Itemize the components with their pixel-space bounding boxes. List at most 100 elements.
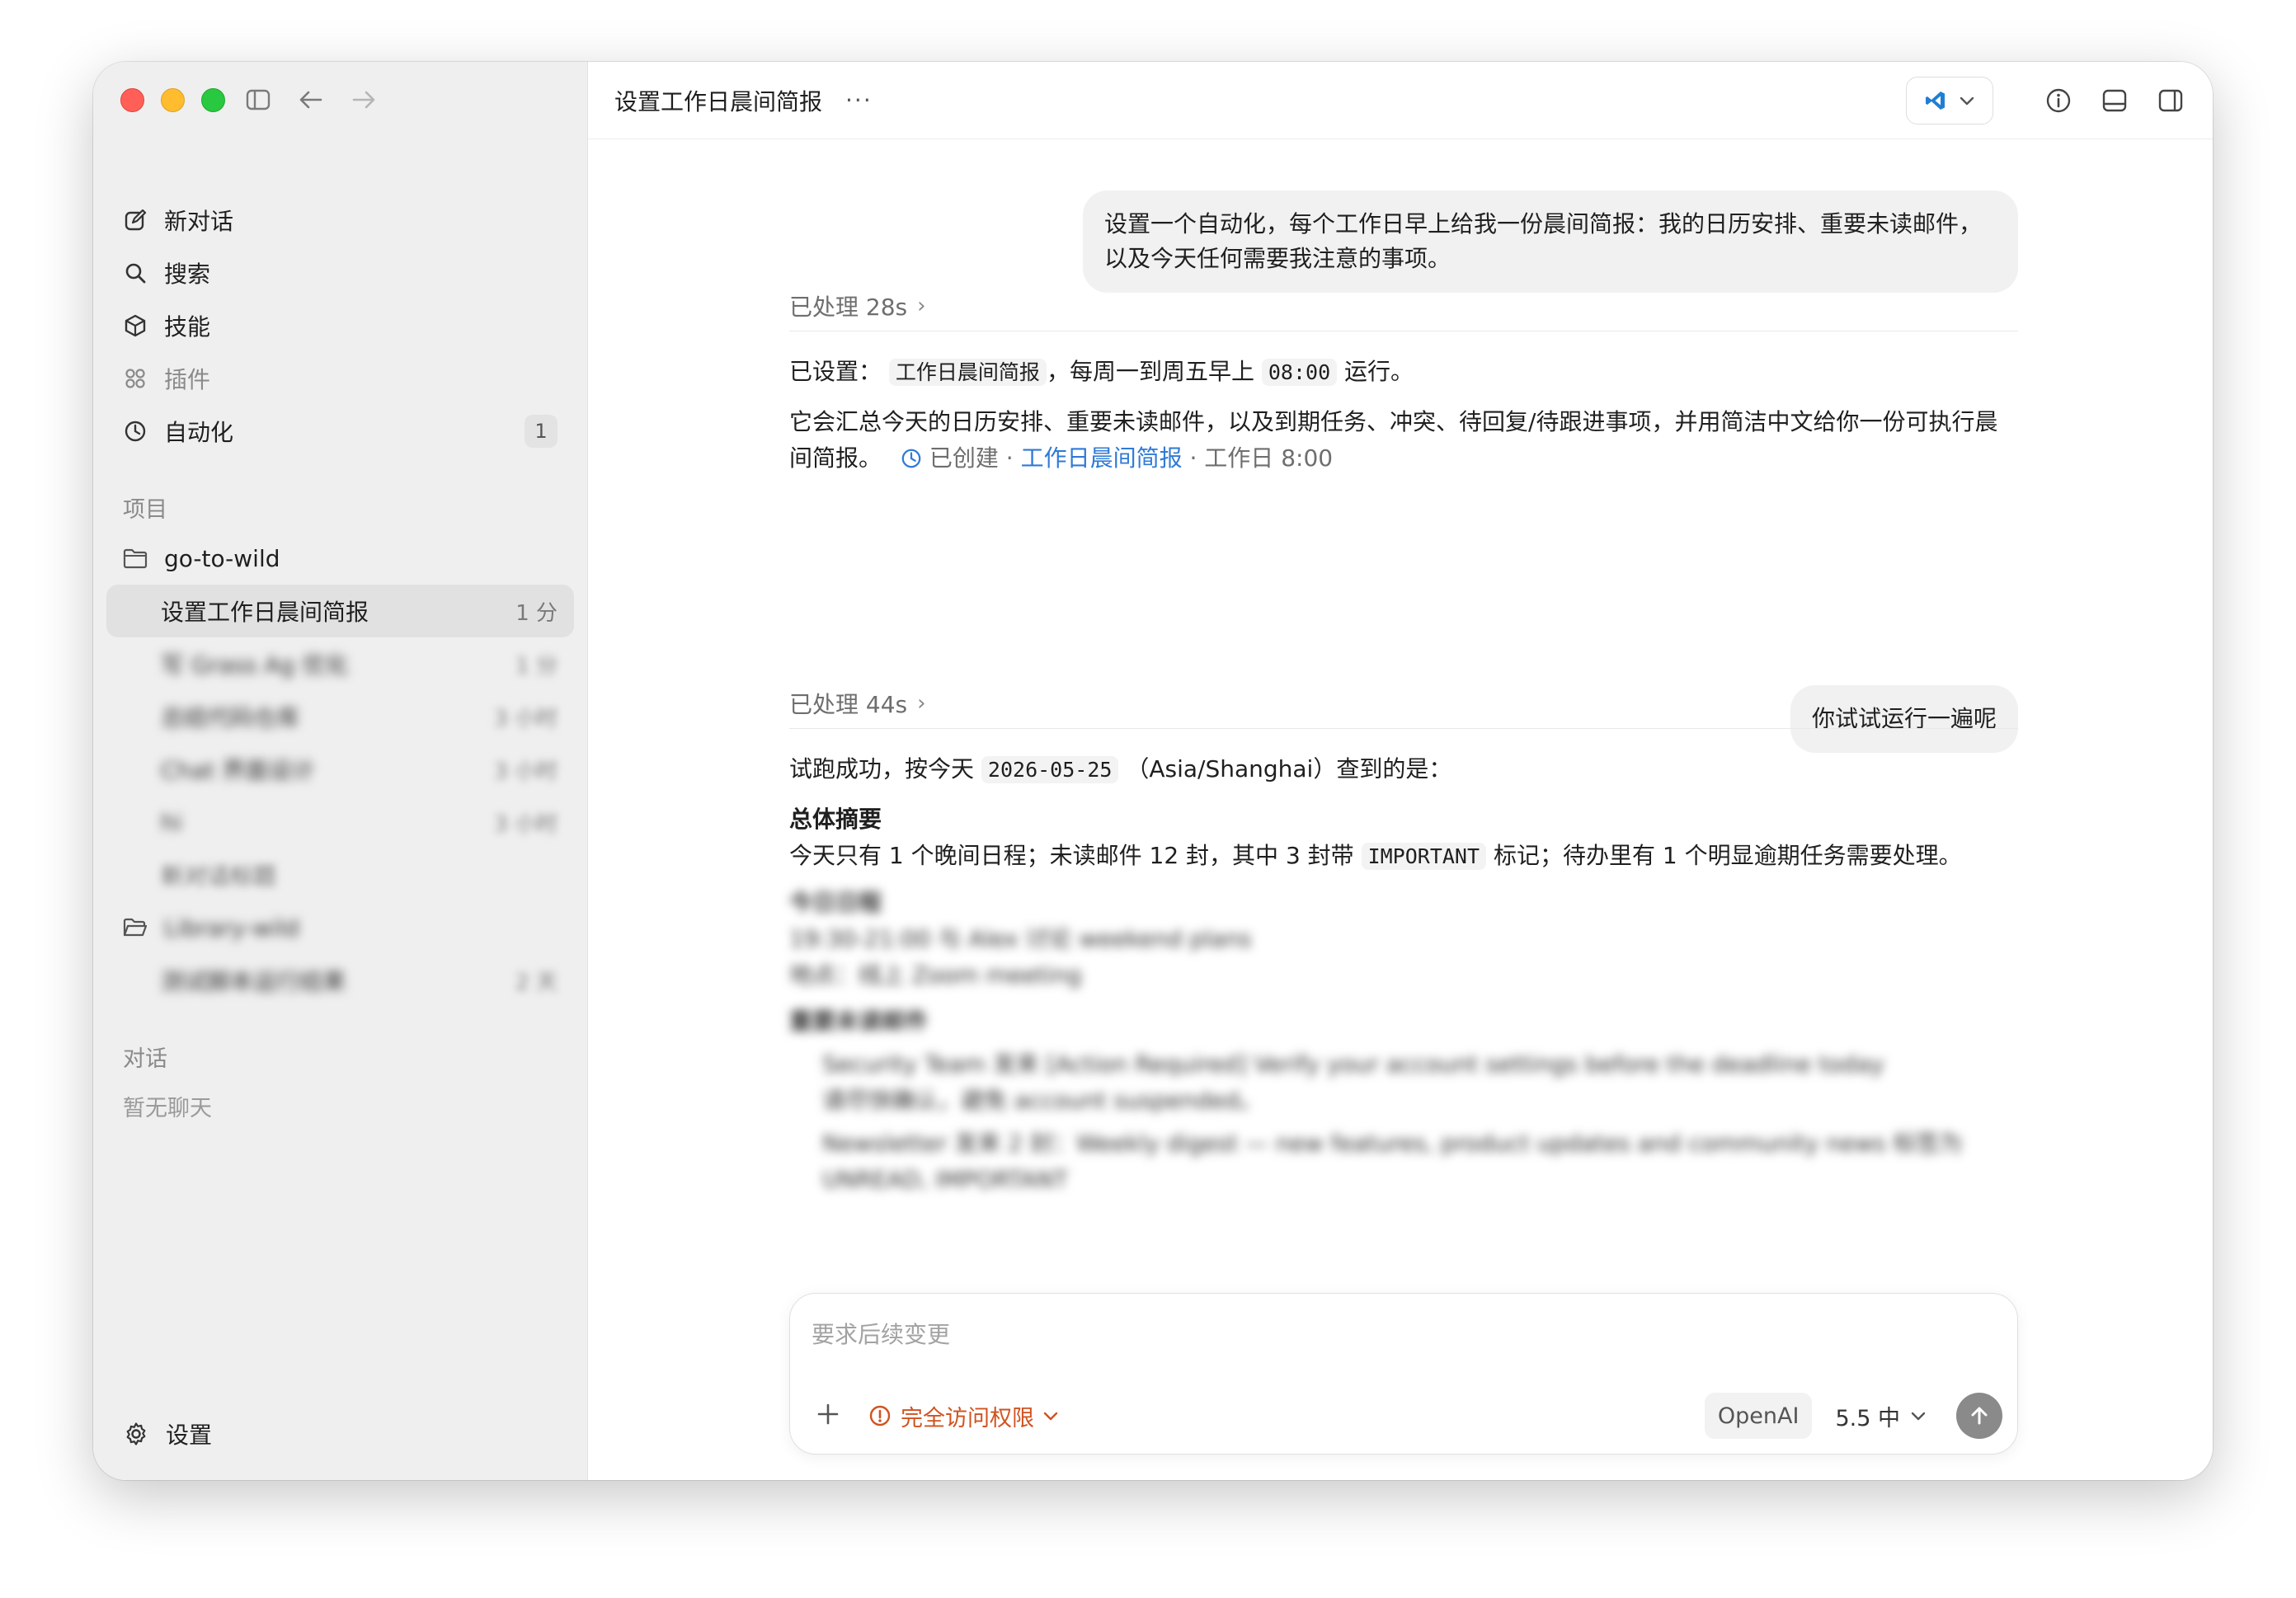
reply-text: 标记；待办里有 1 个明显逾期任务需要处理。 [1493,842,1962,869]
created-label: 已创建 [929,444,999,472]
gear-icon [123,1421,149,1447]
project-name: go-to-wild [164,544,280,572]
thread-title: Chat 界面设计 [161,757,315,784]
open-in-editor-button[interactable] [1906,76,1993,125]
blurred-line: 19:30-21:00 与 Alex 讨论 weekend plans [789,925,1252,952]
thread-title: 新对话标题 [161,862,277,890]
thread-title: 设置工作日晨间简报 [161,599,369,626]
model-selector[interactable]: 5.5 中 [1835,1400,1927,1432]
chats-empty-text: 暂无聊天 [123,1095,212,1121]
blurred-line: Newsletter 发来 2 封：Weekly digest — new fe… [822,1130,1963,1157]
plus-icon [817,1403,839,1425]
folder-open-icon [123,915,148,940]
user-message-line: 以及今天任何需要我注意的事项。 [1104,245,1451,272]
send-button[interactable] [1956,1393,2002,1439]
nav-plugins[interactable]: 插件 [106,352,574,405]
header-actions [1906,76,2186,125]
message-composer[interactable]: 要求后续变更 完全访问权限 OpenAI 5.5 中 [789,1293,2018,1455]
project-library-wild[interactable]: Library-wild [106,901,574,954]
right-panel-icon[interactable] [2155,85,2186,116]
thread-title: 写 Grass Ag 优化 [161,651,349,679]
processed-toggle-2[interactable]: 已处理 44s › [789,679,2018,729]
blurred-bullet: Security Team 发来 [Action Required] Verif… [789,1046,2018,1119]
provider-selector[interactable]: OpenAI [1704,1393,1813,1439]
nav-label: 技能 [164,313,211,341]
back-arrow-icon[interactable] [296,85,326,115]
processed-toggle[interactable]: 已处理 28s › [789,281,2018,331]
vscode-icon [1926,91,1945,110]
clock-icon [123,419,148,444]
close-window-button[interactable] [120,88,144,112]
thread-item[interactable]: hi 3 小时 [106,796,574,848]
sidebar-nav: 新对话 搜索 技能 插件 自动化 1 [106,194,574,458]
access-permission-dropdown[interactable]: 完全访问权限 [868,1400,1059,1432]
blurred-line: 地点：线上 Zoom meeting [789,961,1082,989]
blurred-bullet: Newsletter 发来 2 封：Weekly digest — new fe… [789,1126,2018,1198]
nav-search[interactable]: 搜索 [106,247,574,299]
chat-title: 设置工作日晨间简报 [614,87,823,115]
reply-text: 试跑成功，按今天 [789,755,975,783]
sidebar-toggle-icon[interactable] [243,85,273,115]
sidebar: 新对话 搜索 技能 插件 自动化 1 项目 go-to-wild 设置工作日晨间… [93,62,588,1480]
thread-time: 2 天 [515,970,558,995]
warning-circle-icon [868,1403,892,1428]
bottom-panel-icon[interactable] [2099,85,2130,116]
separator-dot: · [1189,444,1197,472]
thread-time: 3 小时 [494,811,558,837]
composer-toolbar: 完全访问权限 OpenAI 5.5 中 [808,1391,2002,1441]
projects-label: 项目 [123,496,167,523]
user-message: 设置一个自动化，每个工作日早上给我一份晨间简报：我的日历安排、重要未读邮件， 以… [1083,190,2018,293]
blurred-line: 请尽快确认，避免 account suspended。 [822,1087,1263,1114]
inline-code: 工作日晨间简报 [888,359,1047,386]
schedule-label: 工作日 8:00 [1204,444,1334,472]
window-controls [120,88,242,112]
nav-automations[interactable]: 自动化 1 [106,405,574,458]
blurred-line: Security Team 发来 [Action Required] Verif… [822,1050,1884,1078]
assistant-reply: 试跑成功，按今天 2026-05-25 （Asia/Shanghai）查到的是：… [789,751,2018,1198]
thread-item[interactable]: 新对话标题 [106,848,574,901]
nav-label: 新对话 [164,208,234,235]
nav-new-chat[interactable]: 新对话 [106,194,574,247]
zoom-window-button[interactable] [201,88,225,112]
thread-item[interactable]: 测试脚本运行结果 2 天 [106,954,574,1007]
settings-button[interactable]: 设置 [123,1408,212,1460]
automation-count-badge: 1 [525,415,558,448]
thread-title: hi [161,808,182,836]
thread-item[interactable]: 总结代码仓库 3 小时 [106,690,574,743]
grid-icon [123,366,148,391]
project-name: Library-wild [164,914,299,942]
separator-dot: · [1005,444,1014,472]
composer-input[interactable]: 要求后续变更 [812,1317,950,1350]
thread-item[interactable]: 写 Grass Ag 优化 1 分 [106,637,574,690]
thread-item[interactable]: Chat 界面设计 3 小时 [106,743,574,796]
access-label: 完全访问权限 [901,1405,1034,1431]
more-options-button[interactable]: ··· [845,87,873,114]
thread-title: 总结代码仓库 [161,704,300,731]
chevron-right-icon: › [917,691,926,716]
summary-heading: 总体摘要 [789,806,882,833]
reply-line: 它会汇总今天的日历安排、重要未读邮件，以及到期任务、冲突、待回复/待跟进事项，并… [789,408,1998,435]
project-go-to-wild[interactable]: go-to-wild [106,532,574,585]
inline-code: IMPORTANT [1361,843,1487,870]
clock-icon [901,449,921,468]
processed-label: 已处理 28s [789,294,908,321]
search-icon [123,261,148,285]
forward-arrow-icon[interactable] [349,85,379,115]
info-icon[interactable] [2043,85,2074,116]
reply-line: 今天只有 1 个晚间日程；未读邮件 12 封，其中 3 封带 IMPORTANT… [789,838,2018,875]
automation-link[interactable]: 工作日晨间简报 [1021,444,1183,472]
thread-time: 1 分 [515,600,558,626]
conversation-column: 设置一个自动化，每个工作日早上给我一份晨间简报：我的日历安排、重要未读邮件， 以… [789,139,2018,1294]
thread-item-active[interactable]: 设置工作日晨间简报 1 分 [106,585,574,637]
reply-text: 运行。 [1344,358,1414,385]
processed-label: 已处理 44s [789,691,908,718]
assistant-reply: 已设置： 工作日晨间简报 ，每周一到周五早上 08:00 运行。 它会汇总今天的日… [789,354,2018,477]
nav-label: 自动化 [164,419,234,446]
minimize-window-button[interactable] [161,88,185,112]
reply-text: 间简报。 [789,444,882,472]
add-attachment-button[interactable] [808,1397,848,1435]
automation-created-chip[interactable]: 已创建 · 工作日晨间简报 · 工作日 8:00 [901,444,1333,472]
nav-skills[interactable]: 技能 [106,299,574,352]
folder-icon [123,546,148,571]
blurred-line: UNREAD, IMPORTANT [822,1166,1068,1193]
